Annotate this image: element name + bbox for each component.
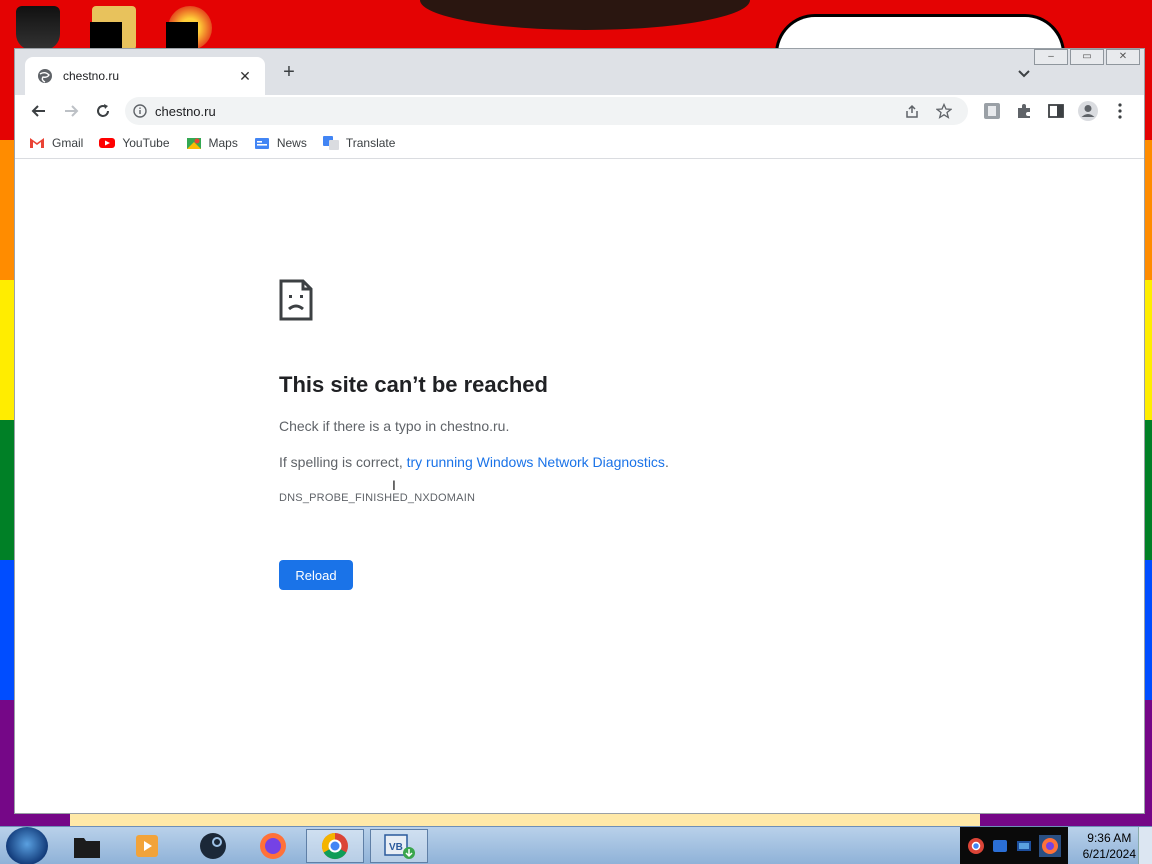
minimize-button[interactable]: – (1034, 49, 1068, 65)
show-desktop-button[interactable] (1138, 827, 1152, 864)
refresh-icon (97, 104, 109, 117)
back-button[interactable] (23, 97, 55, 125)
error-title: This site can’t be reached (279, 372, 548, 397)
desktop-icon-hat[interactable] (16, 6, 60, 50)
translate-icon (322, 135, 339, 150)
arrow-left-icon (31, 105, 45, 117)
bookmark-label: Gmail (52, 135, 84, 150)
sad-page-icon (279, 279, 313, 321)
maps-icon (186, 137, 201, 149)
share-icon (906, 104, 918, 118)
extensions-button[interactable] (1008, 97, 1040, 125)
virtualbox-icon: VB (384, 834, 415, 859)
vb-text: VB (389, 842, 403, 853)
close-icon[interactable]: ✕ (237, 68, 253, 85)
toolbar-right (976, 97, 1136, 125)
bookmarks-bar: Gmail YouTube Maps News Translate (15, 127, 1144, 159)
close-window-button[interactable]: ✕ (1106, 49, 1140, 65)
news-icon (254, 137, 269, 149)
avatar-icon (1078, 101, 1098, 121)
maximize-button[interactable]: ▭ (1070, 49, 1104, 65)
share-button[interactable] (896, 97, 928, 125)
error-hint-typo: Check if there is a typo in chestno.ru. (279, 418, 510, 434)
diagnostics-link[interactable]: try running Windows Network Diagnostics (407, 454, 665, 470)
tab-strip: chestno.ru ✕ + – ▭ ✕ (15, 49, 1144, 95)
youtube-icon (99, 137, 116, 148)
error-hint-diagnostics: If spelling is correct, try running Wind… (279, 454, 979, 470)
chrome-tray-icon[interactable] (967, 837, 985, 855)
bookmark-label: Translate (345, 135, 396, 150)
reload-button[interactable]: Reload (279, 560, 353, 590)
chrome-icon (321, 832, 348, 860)
taskbar-item-virtualbox[interactable]: VB (370, 829, 428, 863)
puzzle-icon (1018, 104, 1030, 118)
gmail-icon (30, 137, 44, 148)
taskbar-item-chrome[interactable] (306, 829, 364, 863)
desktop-redaction-block (166, 22, 198, 50)
reload-toolbar-button[interactable] (87, 97, 119, 125)
address-url[interactable]: chestno.ru (155, 104, 896, 119)
display-tray-icon[interactable] (1015, 837, 1033, 855)
menu-button[interactable] (1104, 97, 1136, 125)
firefox-tray-icon[interactable] (1039, 835, 1061, 857)
system-tray (960, 827, 1068, 864)
steam-icon (200, 833, 226, 859)
firefox-icon (260, 833, 286, 859)
clock-date: 6/21/2024 (1082, 847, 1136, 861)
desktop-redaction-block (90, 22, 122, 50)
kebab-menu-icon (1118, 103, 1122, 119)
bookmark-star-button[interactable] (928, 97, 960, 125)
side-panel-button[interactable] (1040, 97, 1072, 125)
bookmark-maps[interactable]: Maps (186, 136, 238, 150)
text-cursor-icon: I (392, 477, 396, 493)
bookmark-translate[interactable]: Translate (322, 135, 396, 150)
window-controls: – ▭ ✕ (1034, 49, 1140, 65)
taskbar-item-steam[interactable] (184, 829, 242, 863)
bookmark-label: YouTube (122, 135, 170, 150)
taskbar-item-explorer[interactable] (58, 829, 116, 863)
extension-app-icon (984, 103, 1000, 119)
taskbar: VB 9:36 AM 6/21/2024 (0, 826, 1152, 864)
taskbar-item-media-player[interactable] (118, 829, 176, 863)
side-panel-icon (1048, 104, 1064, 118)
bookmark-label: News (276, 135, 307, 150)
browser-window: chestno.ru ✕ + – ▭ ✕ chestno.ru Gmail Yo… (14, 48, 1145, 814)
error-page: This site can’t be reached Check if ther… (279, 279, 979, 590)
bookmark-gmail[interactable]: Gmail (29, 136, 83, 150)
bookmark-label: Maps (208, 135, 238, 150)
taskbar-clock[interactable]: 9:36 AM 6/21/2024 (1083, 830, 1136, 862)
chevron-down-icon[interactable] (1014, 63, 1034, 83)
error-code: DNS_PROBE_FINISHED_NXDOMAIN (279, 492, 476, 504)
desktop-wallpaper-shape (420, 0, 750, 30)
media-player-icon (136, 835, 158, 857)
taskbar-item-firefox[interactable] (244, 829, 302, 863)
bookmark-youtube[interactable]: YouTube (99, 135, 170, 150)
start-button[interactable] (6, 827, 48, 864)
arrow-right-icon (65, 105, 79, 117)
tab-active[interactable]: chestno.ru ✕ (25, 57, 265, 95)
browser-toolbar: chestno.ru (15, 95, 1144, 127)
address-bar[interactable]: chestno.ru (125, 97, 968, 125)
star-icon (936, 103, 952, 119)
tab-title: chestno.ru (63, 69, 120, 83)
error-hint-prefix: If spelling is correct, (279, 454, 407, 470)
error-hint-suffix: . (664, 454, 669, 470)
bookmark-news[interactable]: News (254, 136, 307, 150)
clock-time: 9:36 AM (1087, 831, 1132, 845)
globe-icon (38, 69, 52, 83)
info-icon[interactable] (133, 104, 147, 118)
extension-button[interactable] (976, 97, 1008, 125)
forward-button[interactable] (55, 97, 87, 125)
desktop-wallpaper-strip (70, 812, 980, 826)
folder-icon (74, 838, 100, 858)
new-tab-button[interactable]: + (277, 61, 301, 85)
profile-button[interactable] (1072, 97, 1104, 125)
network-tray-icon[interactable] (991, 837, 1009, 855)
